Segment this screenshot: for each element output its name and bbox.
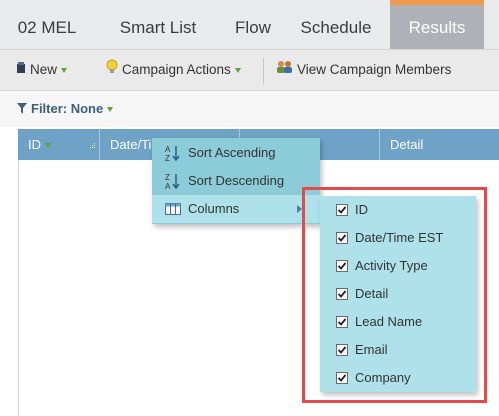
columns-item[interactable]: Columns [152,195,320,223]
tab-label: Smart List [119,18,197,37]
filter-label: Filter: None [31,101,104,116]
members-icon [276,50,293,90]
column-context-menu: AZ Sort Ascending ZA Sort Descending Col… [152,138,320,224]
tab-bar: 02 MEL Smart List Flow Schedule Results [0,0,499,49]
svg-text:A: A [165,182,171,190]
menu-item-label: Sort Ascending [188,145,276,160]
tab-smart-list[interactable]: Smart List [94,0,222,49]
column-header-label: ID [28,137,41,152]
column-header-id[interactable]: ID [18,129,100,160]
filter-icon [16,102,28,118]
tab-results[interactable]: Results [390,0,484,49]
new-label: New [30,62,58,77]
svg-text:Z: Z [165,173,170,182]
columns-icon [164,200,182,228]
sort-ascending-item[interactable]: AZ Sort Ascending [152,139,320,167]
lightbulb-icon [106,50,118,90]
svg-text:Z: Z [165,154,170,162]
toolbar-divider [263,58,264,84]
sort-arrow-icon [45,143,51,149]
svg-text:A: A [165,145,171,154]
dropdown-arrow-icon [234,67,241,73]
tab-label: 02 MEL [17,18,77,37]
dropdown-arrow-icon [107,107,114,113]
campaign-actions-label: Campaign Actions [122,62,231,77]
menu-item-label: Sort Descending [188,173,285,188]
column-header-label: Detail [390,137,424,152]
filter-bar: Filter: None [0,91,499,127]
tab-label: Schedule [300,18,372,37]
highlight-box [302,187,487,403]
toolbar: New Campaign Actions View Campaign Membe… [0,49,499,91]
new-doc-icon [16,50,26,90]
view-campaign-members-label: View Campaign Members [297,62,452,77]
view-campaign-members-button[interactable]: View Campaign Members [276,50,451,90]
menu-item-label: Columns [188,201,240,216]
dropdown-arrow-icon [61,67,68,73]
tab-schedule[interactable]: Schedule [284,0,388,49]
tab-02-mel[interactable]: 02 MEL [0,0,94,49]
sort-descending-item[interactable]: ZA Sort Descending [152,167,320,195]
filter-dropdown[interactable]: Filter: None [16,101,114,118]
column-header-detail[interactable]: Detail [380,129,499,160]
campaign-actions-button[interactable]: Campaign Actions [106,50,241,90]
tab-flow[interactable]: Flow [222,0,284,49]
new-button[interactable]: New [16,50,68,90]
tab-label: Results [408,18,466,37]
resize-grip-icon[interactable] [88,131,96,160]
tab-label: Flow [235,18,271,37]
